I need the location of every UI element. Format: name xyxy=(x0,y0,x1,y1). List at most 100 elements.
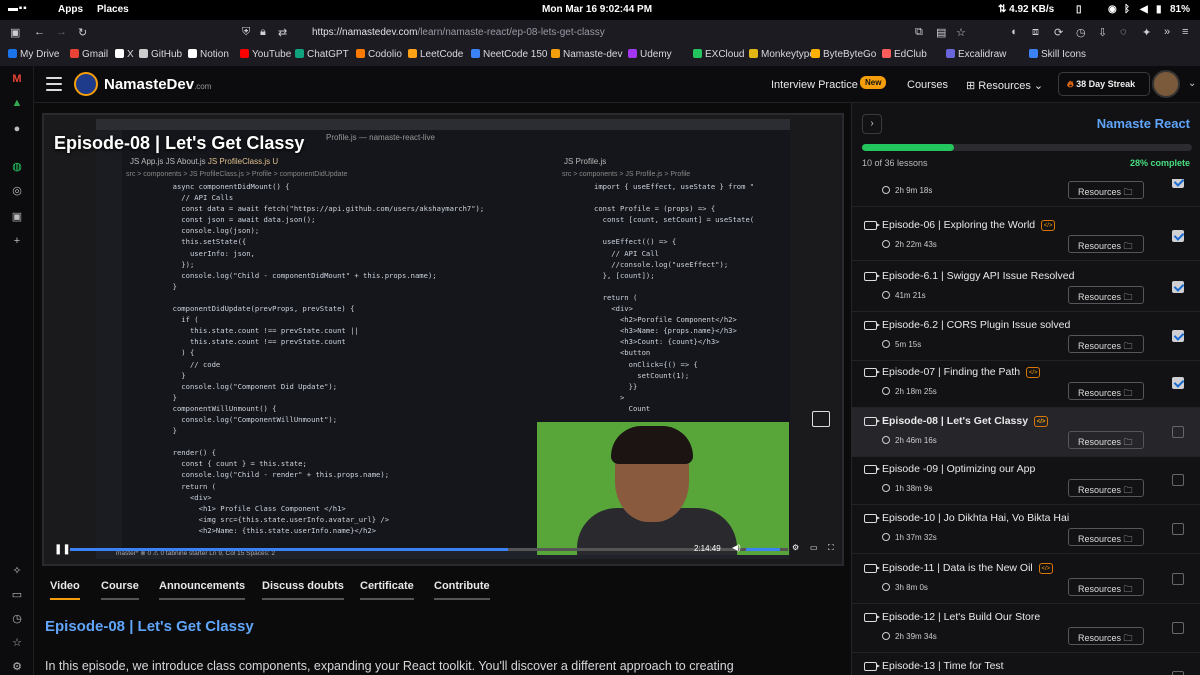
star-icon[interactable]: ☆ xyxy=(10,636,24,650)
resources-button[interactable]: Resources 🗀︎ xyxy=(1068,528,1144,546)
lesson-complete-checkbox[interactable] xyxy=(1172,230,1184,242)
nav-resources[interactable]: ⊞ Resources ⌄ xyxy=(966,79,1043,92)
resources-button[interactable]: Resources 🗀︎ xyxy=(1068,479,1144,497)
bookmark-2[interactable]: X xyxy=(115,49,134,60)
gmail-icon[interactable]: M xyxy=(10,72,24,86)
picture-in-picture-icon[interactable] xyxy=(812,411,830,427)
add-panel-icon[interactable]: + xyxy=(10,234,24,248)
lesson-complete-checkbox[interactable] xyxy=(1172,377,1184,389)
lesson-complete-checkbox[interactable] xyxy=(1172,523,1184,535)
whatsapp-icon[interactable]: ◍ xyxy=(10,160,24,174)
lesson-item[interactable]: Episode-6.1 | Swiggy API Issue Resolved 4… xyxy=(852,263,1200,312)
resources-button[interactable]: Resources 🗀︎ xyxy=(1068,181,1144,199)
history-panel-icon[interactable]: ▭ xyxy=(10,588,24,602)
resources-button[interactable]: Resources 🗀︎ xyxy=(1068,286,1144,304)
settings-gear-icon[interactable]: ⚙ xyxy=(792,543,799,552)
menu-icon[interactable]: ≡ xyxy=(1182,26,1188,38)
wifi-icon[interactable]: ◉ xyxy=(1108,4,1117,15)
resources-button[interactable]: Resources 🗀︎ xyxy=(1068,431,1144,449)
lesson-complete-checkbox[interactable] xyxy=(1172,622,1184,634)
shield-icon[interactable]: ⛨ xyxy=(242,26,250,39)
tab-certificate[interactable]: Certificate xyxy=(360,580,414,600)
bookmark-4[interactable]: Notion xyxy=(188,49,229,60)
lock-icon[interactable]: 🔒︎ xyxy=(260,26,266,39)
screenshot-icon[interactable]: ⧉ xyxy=(915,26,923,39)
bookmark-10[interactable]: Namaste-dev xyxy=(551,49,622,60)
puzzle-icon[interactable]: ✦ xyxy=(1142,26,1151,39)
bookmark-1[interactable]: Gmail xyxy=(70,49,108,60)
lesson-complete-checkbox[interactable] xyxy=(1172,281,1184,293)
lesson-item[interactable]: Episode-13 | Time for Test xyxy=(852,653,1200,675)
bookmark-8[interactable]: LeetCode xyxy=(408,49,463,60)
system-clock[interactable]: Mon Mar 16 9:02:44 PM xyxy=(542,4,652,15)
lesson-item[interactable]: Episode-10 | Jo Dikhta Hai, Vo Bikta Hai… xyxy=(852,505,1200,554)
extensions-icon[interactable]: ⧈ xyxy=(1032,26,1039,39)
pocket-icon[interactable]: ◖ xyxy=(1010,26,1017,38)
lesson-complete-checkbox[interactable] xyxy=(1172,671,1184,675)
sync-icon[interactable]: ⟳ xyxy=(1054,26,1063,39)
bookmark-15[interactable]: EdClub xyxy=(882,49,927,60)
overflow-icon[interactable]: » xyxy=(1164,26,1170,38)
battery-icon[interactable]: ▮ xyxy=(1156,4,1162,15)
bluetooth-icon[interactable]: ᛒ xyxy=(1124,4,1130,15)
lesson-complete-checkbox[interactable] xyxy=(1172,573,1184,585)
nav-interview-practice[interactable]: Interview Practice xyxy=(771,79,858,91)
volume-icon[interactable]: ◀) xyxy=(732,543,741,552)
volume-icon[interactable]: ◀ xyxy=(1140,4,1148,15)
reload-icon[interactable]: ↻ xyxy=(78,26,87,39)
fullscreen-icon[interactable]: ⛶ xyxy=(828,543,834,553)
lesson-item[interactable]: Episode-12 | Let's Build Our Store 2h 39m… xyxy=(852,604,1200,653)
places-menu[interactable]: Places xyxy=(97,4,129,15)
lesson-complete-checkbox[interactable] xyxy=(1172,330,1184,342)
lesson-complete-checkbox[interactable] xyxy=(1172,179,1184,188)
ai-icon[interactable]: ✧ xyxy=(10,564,24,578)
namastedev-logo[interactable] xyxy=(74,72,98,96)
lesson-item[interactable]: Episode-07 | Finding the Path </> 2h 18m 2… xyxy=(852,359,1200,408)
tab-announcements[interactable]: Announcements xyxy=(159,580,246,600)
resources-button[interactable]: Resources 🗀︎ xyxy=(1068,235,1144,253)
bookmark-7[interactable]: Codolio xyxy=(356,49,402,60)
lesson-item[interactable]: Episode-06 | Exploring the World </> 2h 22… xyxy=(852,212,1200,261)
video-player[interactable]: Profile.js — namaste-react-live JS App.j… xyxy=(42,113,844,566)
history-icon[interactable]: ◷ xyxy=(1076,26,1086,39)
bookmark-11[interactable]: Udemy xyxy=(628,49,672,60)
clock-icon[interactable]: ◷ xyxy=(10,612,24,626)
bookmark-6[interactable]: ChatGPT xyxy=(295,49,349,60)
resources-button[interactable]: Resources 🗀︎ xyxy=(1068,335,1144,353)
globe-icon[interactable]: ◎ xyxy=(10,184,24,198)
bookmark-17[interactable]: Skill Icons xyxy=(1029,49,1086,60)
media-icon[interactable]: ▣ xyxy=(10,210,24,224)
video-progress-bar[interactable] xyxy=(70,548,788,551)
bookmark-9[interactable]: NeetCode 150 xyxy=(471,49,548,60)
apps-menu[interactable]: Apps xyxy=(58,4,83,15)
lesson-complete-checkbox[interactable] xyxy=(1172,426,1184,438)
bookmark-13[interactable]: Monkeytype xyxy=(749,49,815,60)
tab-video[interactable]: Video xyxy=(50,580,80,600)
volume-slider[interactable] xyxy=(746,548,780,551)
site-logo-text[interactable]: NamasteDev.com xyxy=(104,76,211,93)
drive-icon[interactable]: ▲ xyxy=(10,96,24,110)
sidebar-toggle-icon[interactable]: ▣ xyxy=(10,26,20,39)
workspace-indicator[interactable]: ▬ ▪ ▪ xyxy=(8,3,27,14)
lesson-item[interactable]: Episode -09 | Optimizing our App 1h 38m 9… xyxy=(852,456,1200,505)
lesson-item[interactable]: Episode-6.2 | CORS Plugin Issue solved 5m… xyxy=(852,312,1200,361)
lesson-item[interactable]: Episode-08 | Let's Get Classy </> 2h 46m 1… xyxy=(852,408,1200,457)
lesson-complete-checkbox[interactable] xyxy=(1172,474,1184,486)
bookmark-12[interactable]: EXCloud xyxy=(693,49,744,60)
url-text[interactable]: https://namastedev.com/learn/namaste-rea… xyxy=(312,27,605,38)
bookmark-3[interactable]: GitHub xyxy=(139,49,182,60)
resources-button[interactable]: Resources 🗀︎ xyxy=(1068,578,1144,596)
lesson-item[interactable]: Episode-11 | Data is the New Oil </> 3h 8m… xyxy=(852,555,1200,604)
settings-icon[interactable]: ⚙ xyxy=(10,660,24,674)
github-icon[interactable]: ● xyxy=(10,122,24,136)
bookmark-0[interactable]: My Drive xyxy=(8,49,59,60)
theater-mode-icon[interactable]: ▭ xyxy=(810,543,818,552)
avatar-chevron-icon[interactable]: ⌄ xyxy=(1188,78,1196,89)
bookmark-star-icon[interactable]: ☆ xyxy=(956,26,966,39)
nav-courses[interactable]: Courses xyxy=(907,79,948,91)
resources-button[interactable]: Resources 🗀︎ xyxy=(1068,382,1144,400)
collapse-sidebar-button[interactable]: › xyxy=(862,114,882,134)
permissions-icon[interactable]: ⇄ xyxy=(278,26,287,39)
clipboard-icon[interactable]: ▯ xyxy=(1076,4,1082,15)
bookmark-5[interactable]: YouTube xyxy=(240,49,291,60)
